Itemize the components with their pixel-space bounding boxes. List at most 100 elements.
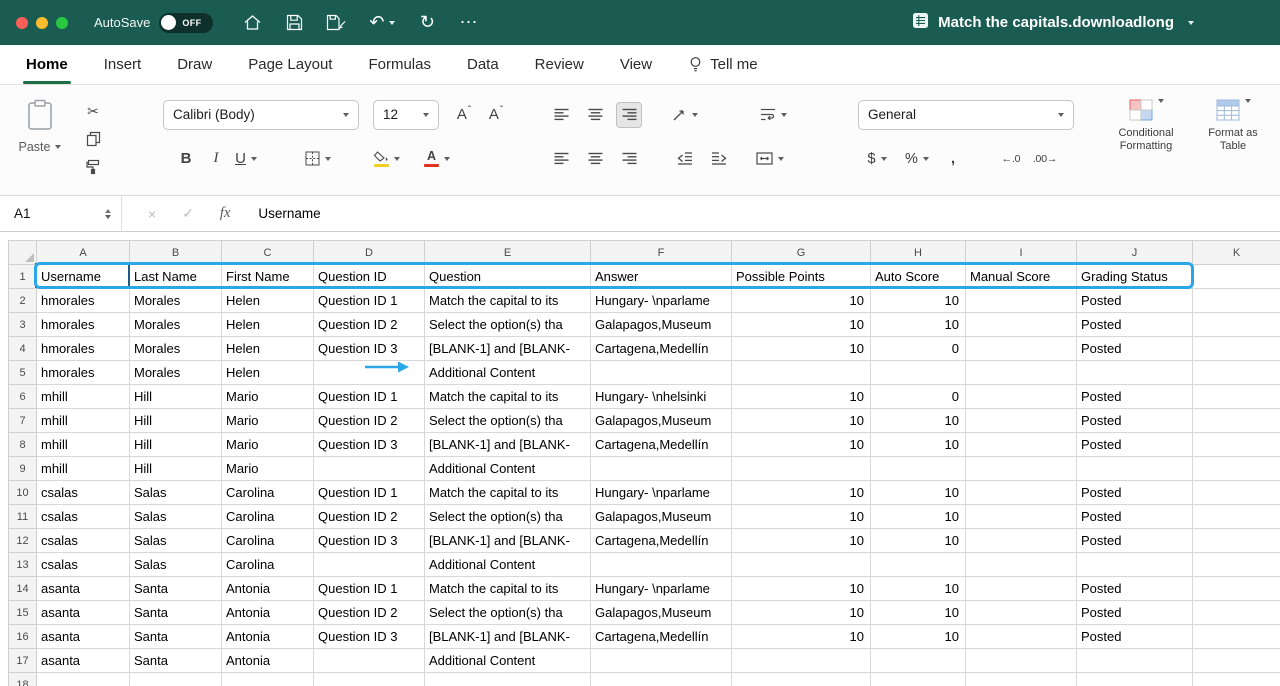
cell-F2[interactable]: Hungary- \nparlame [591, 289, 732, 313]
undo-button[interactable]: ↶ [369, 12, 395, 34]
cell-K3[interactable] [1193, 313, 1280, 337]
cell-C12[interactable]: Carolina [222, 529, 314, 553]
column-header-E[interactable]: E [425, 241, 591, 265]
cell-D1[interactable]: Question ID [314, 265, 425, 289]
cell-B1[interactable]: Last Name [130, 265, 222, 289]
cell-K9[interactable] [1193, 457, 1280, 481]
cell-H14[interactable]: 10 [871, 577, 966, 601]
cell-J7[interactable]: Posted [1077, 409, 1193, 433]
cell-J18[interactable] [1077, 673, 1193, 686]
cell-E17[interactable]: Additional Content [425, 649, 591, 673]
fill-color-button[interactable] [373, 146, 400, 172]
column-header-B[interactable]: B [130, 241, 222, 265]
cell-H15[interactable]: 10 [871, 601, 966, 625]
cell-H4[interactable]: 0 [871, 337, 966, 361]
cell-K13[interactable] [1193, 553, 1280, 577]
cell-H17[interactable] [871, 649, 966, 673]
row-header-15[interactable]: 15 [9, 601, 37, 625]
comma-format-button[interactable]: , [940, 146, 966, 172]
cell-I14[interactable] [966, 577, 1077, 601]
cell-A17[interactable]: asanta [37, 649, 130, 673]
row-header-6[interactable]: 6 [9, 385, 37, 409]
cell-E12[interactable]: [BLANK-1] and [BLANK- [425, 529, 591, 553]
cell-K15[interactable] [1193, 601, 1280, 625]
cell-C4[interactable]: Helen [222, 337, 314, 361]
cell-K6[interactable] [1193, 385, 1280, 409]
align-bottom-button[interactable] [616, 102, 642, 128]
cell-K5[interactable] [1193, 361, 1280, 385]
cell-F4[interactable]: Cartagena,Medellín [591, 337, 732, 361]
cell-B9[interactable]: Hill [130, 457, 222, 481]
row-header-11[interactable]: 11 [9, 505, 37, 529]
cell-F6[interactable]: Hungary- \nhelsinki [591, 385, 732, 409]
cell-C5[interactable]: Helen [222, 361, 314, 385]
cell-C8[interactable]: Mario [222, 433, 314, 457]
cell-H2[interactable]: 10 [871, 289, 966, 313]
cell-A16[interactable]: asanta [37, 625, 130, 649]
column-header-C[interactable]: C [222, 241, 314, 265]
cell-K2[interactable] [1193, 289, 1280, 313]
column-header-I[interactable]: I [966, 241, 1077, 265]
cell-K18[interactable] [1193, 673, 1280, 686]
cell-D18[interactable] [314, 673, 425, 686]
cell-D10[interactable]: Question ID 1 [314, 481, 425, 505]
format-as-table-button[interactable]: Format as Table [1204, 99, 1262, 153]
currency-format-button[interactable]: $ [864, 146, 890, 172]
borders-button[interactable] [305, 146, 331, 172]
cell-G15[interactable]: 10 [732, 601, 871, 625]
cell-J10[interactable]: Posted [1077, 481, 1193, 505]
cell-B16[interactable]: Santa [130, 625, 222, 649]
cell-K11[interactable] [1193, 505, 1280, 529]
cell-C14[interactable]: Antonia [222, 577, 314, 601]
cell-J1[interactable]: Grading Status [1077, 265, 1193, 289]
cell-I16[interactable] [966, 625, 1077, 649]
cell-A10[interactable]: csalas [37, 481, 130, 505]
decrease-indent-button[interactable] [672, 146, 698, 172]
cell-I9[interactable] [966, 457, 1077, 481]
align-top-button[interactable] [548, 102, 574, 128]
cell-G4[interactable]: 10 [732, 337, 871, 361]
cell-I4[interactable] [966, 337, 1077, 361]
cell-A6[interactable]: mhill [37, 385, 130, 409]
cell-H16[interactable]: 10 [871, 625, 966, 649]
cell-I13[interactable] [966, 553, 1077, 577]
cell-G3[interactable]: 10 [732, 313, 871, 337]
cell-G10[interactable]: 10 [732, 481, 871, 505]
underline-button[interactable]: U [233, 146, 259, 172]
cell-A3[interactable]: hmorales [37, 313, 130, 337]
cell-F5[interactable] [591, 361, 732, 385]
cell-A8[interactable]: mhill [37, 433, 130, 457]
cell-I17[interactable] [966, 649, 1077, 673]
column-header-H[interactable]: H [871, 241, 966, 265]
cell-G12[interactable]: 10 [732, 529, 871, 553]
decrease-decimal-button[interactable]: .00→ [1032, 146, 1058, 172]
cell-C10[interactable]: Carolina [222, 481, 314, 505]
cell-I10[interactable] [966, 481, 1077, 505]
increase-decimal-button[interactable]: ←.0 [998, 146, 1024, 172]
cell-D16[interactable]: Question ID 3 [314, 625, 425, 649]
cell-I12[interactable] [966, 529, 1077, 553]
wrap-text-button[interactable] [760, 102, 787, 128]
cell-H3[interactable]: 10 [871, 313, 966, 337]
cell-E6[interactable]: Match the capital to its [425, 385, 591, 409]
tab-home[interactable]: Home [26, 45, 68, 84]
cell-F3[interactable]: Galapagos,Museum [591, 313, 732, 337]
save-icon[interactable] [285, 12, 303, 34]
cell-H13[interactable] [871, 553, 966, 577]
cell-I11[interactable] [966, 505, 1077, 529]
cell-D5[interactable] [314, 361, 425, 385]
cell-E13[interactable]: Additional Content [425, 553, 591, 577]
cancel-icon[interactable]: × [148, 206, 156, 222]
cell-F13[interactable] [591, 553, 732, 577]
save-as-icon[interactable] [326, 12, 346, 34]
cell-B10[interactable]: Salas [130, 481, 222, 505]
cell-D15[interactable]: Question ID 2 [314, 601, 425, 625]
cell-H7[interactable]: 10 [871, 409, 966, 433]
tab-data[interactable]: Data [467, 45, 499, 84]
cell-C17[interactable]: Antonia [222, 649, 314, 673]
cell-K17[interactable] [1193, 649, 1280, 673]
row-header-13[interactable]: 13 [9, 553, 37, 577]
cell-K16[interactable] [1193, 625, 1280, 649]
cell-E14[interactable]: Match the capital to its [425, 577, 591, 601]
cell-J6[interactable]: Posted [1077, 385, 1193, 409]
